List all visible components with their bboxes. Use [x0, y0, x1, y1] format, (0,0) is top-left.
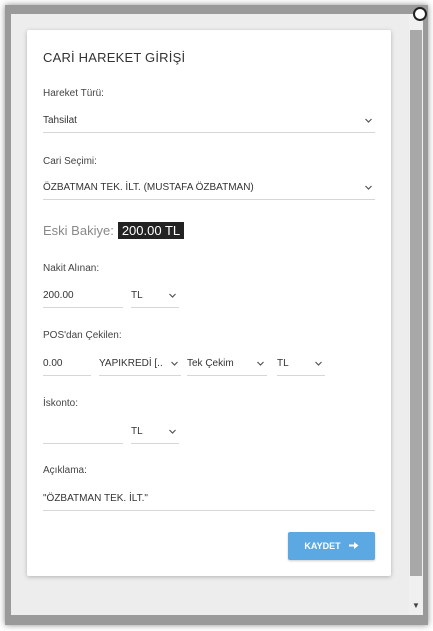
hareket-turu-value: Tahsilat — [43, 115, 77, 126]
pos-amount-value: 0.00 — [43, 358, 63, 369]
arrow-right-icon — [348, 541, 359, 552]
aciklama-value: "ÖZBATMAN TEK. İLT." — [43, 493, 148, 504]
pos-bank-value: YAPIKREDİ [... — [99, 358, 163, 369]
chevron-down-icon — [170, 359, 179, 368]
scrollbar-thumb[interactable] — [410, 30, 422, 576]
chevron-down-icon — [364, 183, 373, 192]
iskonto-label: İskonto: — [43, 398, 79, 409]
chevron-down-icon — [256, 359, 265, 368]
eski-bakiye-value: 200.00 TL — [117, 222, 185, 239]
nakit-currency-value: TL — [131, 290, 143, 301]
cari-secimi-label: Cari Seçimi: — [43, 156, 97, 167]
hareket-turu-select[interactable]: Tahsilat — [43, 111, 375, 133]
chevron-down-icon — [364, 116, 373, 125]
pos-bank-select[interactable]: YAPIKREDİ [... — [99, 354, 181, 376]
iskonto-currency-value: TL — [131, 426, 143, 437]
iskonto-amount-input[interactable] — [43, 422, 123, 444]
pos-currency-value: TL — [277, 358, 289, 369]
pos-amount-input[interactable]: 0.00 — [43, 354, 91, 376]
eski-bakiye: Eski Bakiye: 200.00 TL — [43, 222, 185, 239]
eski-bakiye-label: Eski Bakiye: — [43, 223, 114, 238]
aciklama-label: Açıklama: — [43, 465, 87, 476]
aciklama-input[interactable]: "ÖZBATMAN TEK. İLT." — [43, 489, 375, 511]
cari-secimi-value: ÖZBATMAN TEK. İLT. (MUSTAFA ÖZBATMAN) — [43, 182, 254, 193]
pos-installment-value: Tek Çekim — [187, 358, 234, 369]
hareket-turu-label: Hareket Türü: — [43, 88, 104, 99]
nakit-amount-value: 200.00 — [43, 290, 74, 301]
nakit-amount-input[interactable]: 200.00 — [43, 286, 123, 308]
save-button-label: KAYDET — [304, 541, 341, 551]
nakit-label: Nakit Alınan: — [43, 263, 100, 274]
scroll-down-arrow-icon[interactable]: ▼ — [410, 600, 422, 612]
chevron-down-icon — [314, 359, 323, 368]
pos-currency-select[interactable]: TL — [277, 354, 325, 376]
cari-hareket-form: CARİ HAREKET GİRİŞİ Hareket Türü: Tahsil… — [27, 30, 391, 576]
save-button[interactable]: KAYDET — [288, 532, 375, 560]
page-title: CARİ HAREKET GİRİŞİ — [43, 50, 186, 65]
window-control-icon[interactable] — [413, 7, 427, 21]
iskonto-currency-select[interactable]: TL — [131, 422, 179, 444]
chevron-down-icon — [168, 427, 177, 436]
chevron-down-icon — [168, 291, 177, 300]
nakit-currency-select[interactable]: TL — [131, 286, 179, 308]
cari-secimi-select[interactable]: ÖZBATMAN TEK. İLT. (MUSTAFA ÖZBATMAN) — [43, 178, 375, 200]
pos-label: POS'dan Çekilen: — [43, 330, 122, 341]
pos-installment-select[interactable]: Tek Çekim — [187, 354, 267, 376]
